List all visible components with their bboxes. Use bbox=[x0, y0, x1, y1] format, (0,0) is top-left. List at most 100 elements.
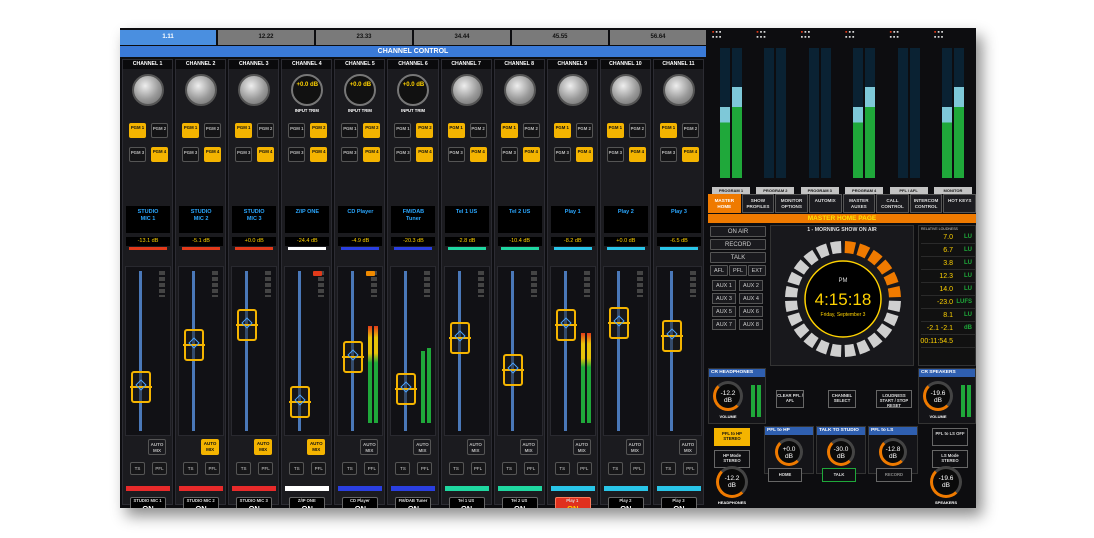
pgm-2-button[interactable]: PGM 2 bbox=[522, 123, 540, 138]
bank-tab-4[interactable]: 34.44 bbox=[414, 30, 510, 45]
fader-cap[interactable] bbox=[236, 309, 259, 342]
ts-button[interactable]: TS bbox=[289, 462, 305, 475]
pgm-1-button[interactable]: PGM 1 bbox=[447, 123, 465, 138]
aux-3-button[interactable]: AUX 3 bbox=[712, 293, 736, 304]
gain-knob[interactable] bbox=[238, 74, 271, 106]
fader-cap[interactable] bbox=[607, 306, 630, 339]
pgm-3-button[interactable]: PGM 3 bbox=[235, 147, 253, 162]
speakers-knob[interactable]: -19.6 dB bbox=[930, 466, 962, 498]
nav-intercom-control[interactable]: INTERCOM CONTROL bbox=[909, 194, 943, 213]
pgm-1-button[interactable]: PGM 1 bbox=[341, 123, 359, 138]
pgm-2-button[interactable]: PGM 2 bbox=[363, 123, 381, 138]
pgm-4-button[interactable]: PGM 4 bbox=[204, 147, 222, 162]
gain-knob[interactable] bbox=[556, 74, 589, 106]
automix-button[interactable]: AUTO MIX bbox=[466, 439, 485, 455]
pgm-1-button[interactable]: PGM 1 bbox=[500, 123, 518, 138]
bank-tab-2[interactable]: 12.22 bbox=[218, 30, 314, 45]
pgm-3-button[interactable]: PGM 3 bbox=[341, 147, 359, 162]
pfl-button[interactable]: PFL bbox=[205, 462, 221, 475]
pgm-2-button[interactable]: PGM 2 bbox=[310, 123, 328, 138]
fader-cap[interactable] bbox=[130, 370, 152, 403]
input-trim-knob[interactable]: +0.0 dB bbox=[397, 74, 430, 106]
nav-automix[interactable]: AUTOMIX bbox=[808, 194, 842, 213]
pgm-3-button[interactable]: PGM 3 bbox=[394, 147, 412, 162]
input-trim-knob[interactable]: +0.0 dB bbox=[291, 74, 324, 106]
pfl-button[interactable]: PFL bbox=[417, 462, 433, 475]
pgm-1-button[interactable]: PGM 1 bbox=[659, 123, 677, 138]
automix-button[interactable]: AUTO MIX bbox=[360, 439, 379, 455]
pgm-4-button[interactable]: PGM 4 bbox=[257, 147, 275, 162]
nav-hot-keys[interactable]: HOT KEYS bbox=[943, 194, 976, 213]
pgm-4-button[interactable]: PGM 4 bbox=[151, 147, 168, 162]
fader-cap[interactable] bbox=[342, 341, 365, 374]
bank-tab-5[interactable]: 45.55 bbox=[512, 30, 608, 45]
pgm-1-button[interactable]: PGM 1 bbox=[288, 123, 306, 138]
pgm-2-button[interactable]: PGM 2 bbox=[628, 123, 646, 138]
automix-button[interactable]: AUTO MIX bbox=[307, 439, 326, 455]
talk-bottom-button[interactable]: TALK bbox=[822, 468, 856, 482]
pgm-3-button[interactable]: PGM 3 bbox=[659, 147, 677, 162]
pfl-button[interactable]: PFL bbox=[311, 462, 327, 475]
pgm-2-button[interactable]: PGM 2 bbox=[416, 123, 434, 138]
fader-cap[interactable] bbox=[289, 386, 312, 419]
pgm-1-button[interactable]: PGM 1 bbox=[182, 123, 200, 138]
cr-speakers-knob[interactable]: -19.6 dB bbox=[923, 381, 953, 411]
pgm-4-button[interactable]: PGM 4 bbox=[416, 147, 434, 162]
pfl-to-hp-knob[interactable]: +0.0 dB bbox=[775, 438, 803, 466]
ts-button[interactable]: TS bbox=[501, 462, 517, 475]
headphones-knob[interactable]: -12.2 dB bbox=[716, 466, 748, 498]
ts-button[interactable]: TS bbox=[395, 462, 411, 475]
pgm-2-button[interactable]: PGM 2 bbox=[681, 123, 699, 138]
fader-area[interactable] bbox=[125, 266, 171, 436]
fader-cap[interactable] bbox=[183, 328, 206, 361]
pfl-button[interactable]: PFL bbox=[729, 265, 747, 276]
pgm-1-button[interactable]: PGM 1 bbox=[129, 123, 146, 138]
afl-button[interactable]: AFL bbox=[710, 265, 728, 276]
cr-headphones-knob[interactable]: -12.2 dB bbox=[713, 381, 743, 411]
nav-monitor-options[interactable]: MONITOR OPTIONS bbox=[775, 194, 808, 213]
pgm-2-button[interactable]: PGM 2 bbox=[204, 123, 222, 138]
ts-button[interactable]: TS bbox=[554, 462, 570, 475]
ts-button[interactable]: TS bbox=[236, 462, 252, 475]
ts-button[interactable]: TS bbox=[607, 462, 623, 475]
pgm-1-button[interactable]: PGM 1 bbox=[394, 123, 412, 138]
pgm-4-button[interactable]: PGM 4 bbox=[681, 147, 699, 162]
ts-button[interactable]: TS bbox=[342, 462, 358, 475]
fader-cap[interactable] bbox=[501, 354, 524, 387]
automix-button[interactable]: AUTO MIX bbox=[148, 439, 166, 455]
gain-knob[interactable] bbox=[185, 74, 218, 106]
nav-master-auxes[interactable]: MASTER AUXES bbox=[842, 194, 876, 213]
bank-tab-1[interactable]: 1.11 bbox=[120, 30, 216, 45]
pfl-button[interactable]: PFL bbox=[258, 462, 274, 475]
fader-area[interactable] bbox=[284, 266, 331, 436]
automix-button[interactable]: AUTO MIX bbox=[413, 439, 432, 455]
pgm-2-button[interactable]: PGM 2 bbox=[257, 123, 275, 138]
nav-call-control[interactable]: CALL CONTROL bbox=[876, 194, 909, 213]
pfl-button[interactable]: PFL bbox=[364, 462, 380, 475]
clear-pfl-button[interactable]: CLEAR PFL / AFL bbox=[776, 390, 804, 408]
nav-master-home[interactable]: MASTER HOME bbox=[708, 194, 741, 213]
bank-tab-3[interactable]: 23.33 bbox=[316, 30, 412, 45]
ts-button[interactable]: TS bbox=[130, 462, 145, 475]
fader-area[interactable] bbox=[496, 266, 543, 436]
automix-button[interactable]: AUTO MIX bbox=[572, 439, 591, 455]
pfl-to-ls-off-button[interactable]: PFL to LS OFF bbox=[932, 428, 968, 446]
ts-button[interactable]: TS bbox=[448, 462, 464, 475]
pgm-3-button[interactable]: PGM 3 bbox=[606, 147, 624, 162]
automix-button[interactable]: AUTO MIX bbox=[625, 439, 644, 455]
fader-area[interactable] bbox=[549, 266, 596, 436]
record-bottom-button[interactable]: RECORD bbox=[876, 468, 912, 482]
gain-knob[interactable] bbox=[662, 74, 695, 106]
automix-button[interactable]: AUTO MIX bbox=[254, 439, 273, 455]
home-button[interactable]: HOME bbox=[768, 468, 802, 482]
aux-2-button[interactable]: AUX 2 bbox=[739, 280, 763, 291]
fader-area[interactable] bbox=[602, 266, 649, 436]
bank-tab-6[interactable]: 56.64 bbox=[610, 30, 706, 45]
pgm-3-button[interactable]: PGM 3 bbox=[553, 147, 571, 162]
talk-button[interactable]: TALK bbox=[710, 252, 766, 263]
gain-knob[interactable] bbox=[450, 74, 483, 106]
on-air-button[interactable]: ON AIR bbox=[710, 226, 766, 237]
gain-knob[interactable] bbox=[132, 74, 164, 106]
aux-6-button[interactable]: AUX 6 bbox=[739, 306, 763, 317]
fader-cap[interactable] bbox=[554, 309, 577, 342]
